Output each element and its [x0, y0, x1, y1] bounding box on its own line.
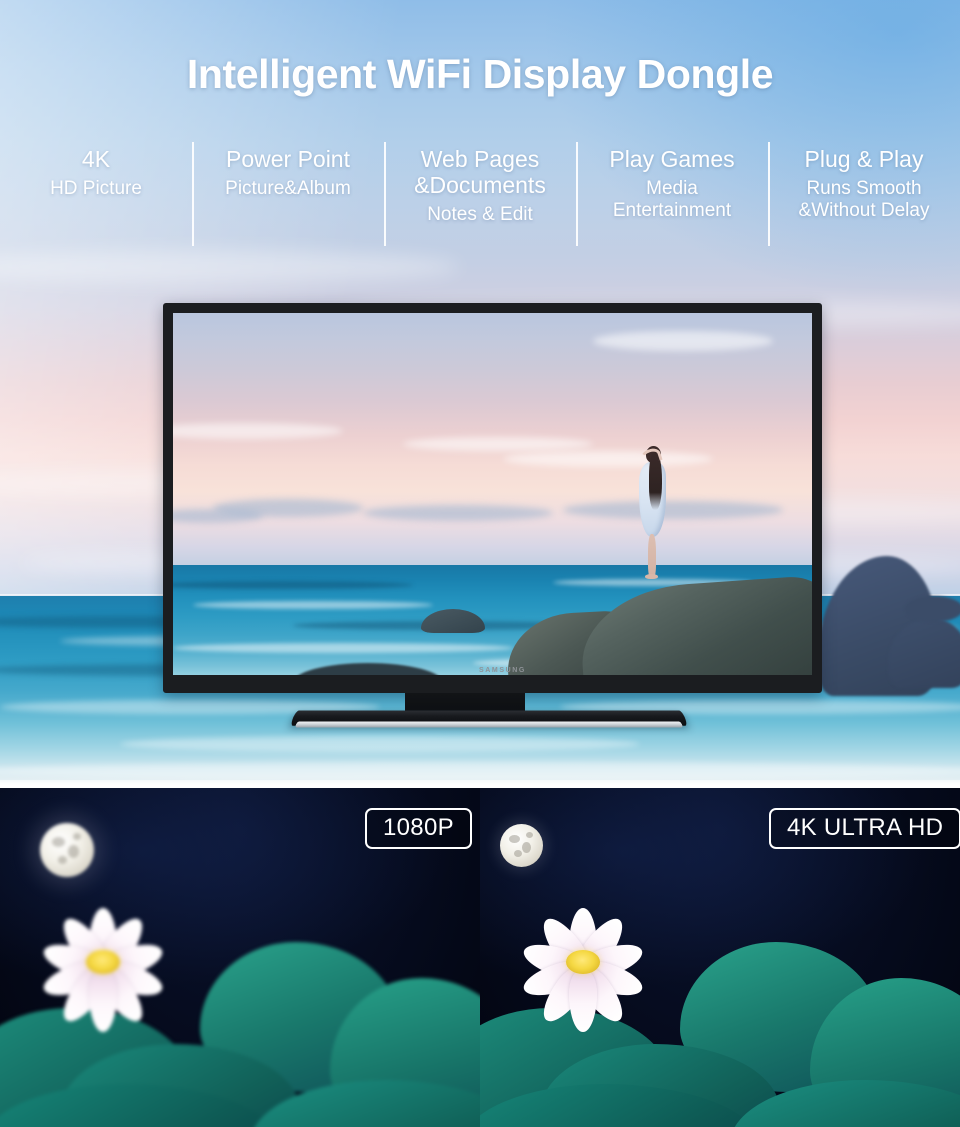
- figure-legs: [648, 534, 656, 578]
- ocean-wave: [0, 762, 960, 780]
- feature-secondary-label: Notes & Edit: [427, 204, 533, 225]
- tv-stand-base-lip: [294, 721, 684, 728]
- feature-primary-label: Power Point: [225, 146, 350, 172]
- feature-secondary-label: Picture&Album: [225, 178, 351, 199]
- moon-crater: [522, 842, 531, 853]
- moon-icon: [40, 823, 94, 877]
- screen-wave: [173, 643, 513, 653]
- moon-crater: [68, 845, 79, 858]
- screen-cloud: [503, 451, 713, 467]
- resolution-label-1080p: 1080P: [365, 808, 472, 849]
- feature-list: 4K HD Picture Power Point Picture&Album …: [0, 140, 960, 248]
- screen-cloud: [593, 331, 773, 351]
- feature-secondary-label: Media Entertainment: [612, 178, 732, 221]
- lotus-scene: [0, 908, 480, 1127]
- television: SAMSUNG: [163, 303, 822, 693]
- page-title: Intelligent WiFi Display Dongle: [186, 51, 774, 97]
- ocean-wave: [120, 736, 640, 752]
- moon-crater: [52, 837, 65, 847]
- feature-column-plugplay: Plug & Play Runs Smooth &Without Delay: [768, 140, 960, 248]
- feature-column-4k: 4K HD Picture: [0, 140, 192, 248]
- feature-secondary-label: Runs Smooth &Without Delay: [798, 178, 930, 221]
- screen-cloud: [363, 505, 553, 521]
- resolution-comparison: 1080P 4K ULTRA HD: [0, 788, 960, 1127]
- feature-column-webpages: Web Pages &Documents Notes & Edit: [384, 140, 576, 248]
- resolution-label-4k: 4K ULTRA HD: [769, 808, 960, 849]
- moon-crater: [526, 832, 533, 838]
- feature-primary-label: Play Games: [609, 146, 735, 172]
- lotus-center: [86, 950, 120, 974]
- lotus-flower: [28, 908, 178, 1032]
- screen-cloud: [403, 437, 593, 451]
- feature-primary-label: Plug & Play: [804, 146, 924, 172]
- feature-column-powerpoint: Power Point Picture&Album: [192, 140, 384, 248]
- figure-foot: [645, 574, 658, 579]
- screen-woman-figure: [634, 446, 674, 606]
- tv-bezel: SAMSUNG: [163, 303, 822, 693]
- lotus-scene: [480, 908, 960, 1127]
- background-rock: [905, 596, 960, 622]
- feature-secondary-label: HD Picture: [50, 178, 142, 199]
- hero-banner: Intelligent WiFi Display Dongle 4K HD Pi…: [0, 0, 960, 788]
- shore-strip: [0, 780, 960, 788]
- screen-wave: [193, 601, 433, 609]
- moon-crater: [509, 835, 520, 843]
- tv-brand-logo: SAMSUNG: [479, 667, 526, 674]
- feature-primary-label: 4K: [81, 146, 111, 172]
- lotus-flower: [508, 908, 658, 1032]
- comparison-panel-1080p: 1080P: [0, 788, 480, 1127]
- lotus-center: [566, 950, 600, 974]
- moon-icon: [500, 824, 543, 867]
- tv-screen: [173, 313, 812, 675]
- comparison-panel-4k: 4K ULTRA HD: [480, 788, 960, 1127]
- feature-primary-label: Web Pages &Documents: [414, 146, 546, 198]
- moon-crater: [514, 850, 522, 857]
- feature-column-games: Play Games Media Entertainment: [576, 140, 768, 248]
- moon-crater: [58, 856, 67, 864]
- moon-crater: [73, 833, 81, 840]
